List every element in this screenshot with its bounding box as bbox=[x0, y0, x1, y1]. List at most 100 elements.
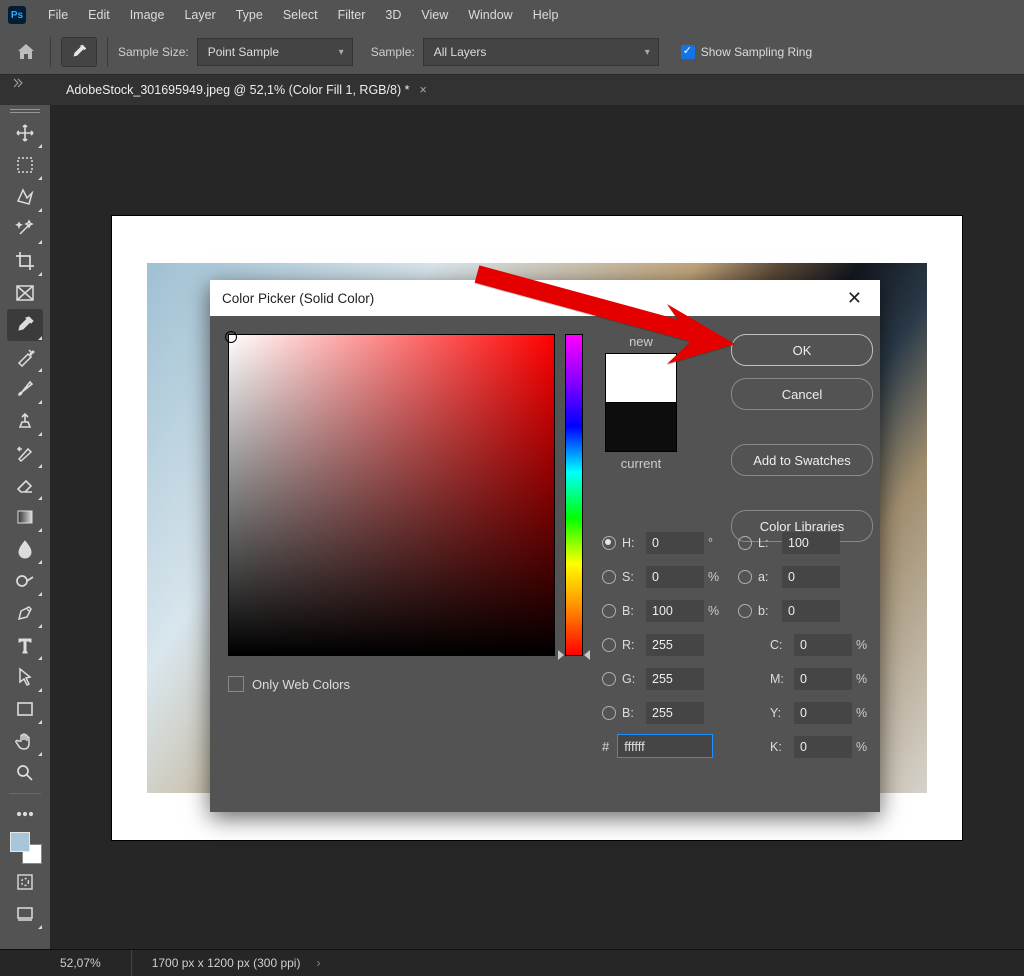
zoom-tool[interactable] bbox=[7, 757, 43, 789]
b-input[interactable]: 100 bbox=[646, 600, 704, 622]
menu-layer[interactable]: Layer bbox=[174, 8, 225, 22]
menu-3d[interactable]: 3D bbox=[375, 8, 411, 22]
l-input[interactable]: 100 bbox=[782, 532, 840, 554]
screen-mode[interactable] bbox=[7, 898, 43, 930]
menu-window[interactable]: Window bbox=[458, 8, 522, 22]
rectangle-tool[interactable] bbox=[7, 693, 43, 725]
y-input[interactable]: 0 bbox=[794, 702, 852, 724]
hue-handle-right[interactable] bbox=[584, 650, 590, 660]
ok-button[interactable]: OK bbox=[731, 334, 873, 366]
eyedropper-tool[interactable] bbox=[7, 309, 43, 341]
a-radio[interactable] bbox=[738, 570, 752, 584]
menu-help[interactable]: Help bbox=[523, 8, 569, 22]
r-radio[interactable] bbox=[602, 638, 616, 652]
b-label: B: bbox=[622, 604, 642, 618]
menu-view[interactable]: View bbox=[411, 8, 458, 22]
gradient-tool[interactable] bbox=[7, 501, 43, 533]
frame-tool[interactable] bbox=[7, 277, 43, 309]
y-label: Y: bbox=[770, 706, 790, 720]
sample-select[interactable]: All Layers bbox=[423, 38, 659, 66]
hand-tool[interactable] bbox=[7, 725, 43, 757]
g-input[interactable]: 255 bbox=[646, 668, 704, 690]
menu-file[interactable]: File bbox=[38, 8, 78, 22]
healing-brush-tool[interactable] bbox=[7, 341, 43, 373]
l-radio[interactable] bbox=[738, 536, 752, 550]
home-button[interactable] bbox=[12, 38, 40, 66]
menu-edit[interactable]: Edit bbox=[78, 8, 120, 22]
foreground-color-swatch[interactable] bbox=[10, 832, 30, 852]
r-label: R: bbox=[622, 638, 642, 652]
bb-input[interactable]: 0 bbox=[782, 600, 840, 622]
saturation-value-field[interactable] bbox=[228, 334, 555, 656]
tools-panel bbox=[0, 105, 50, 950]
cancel-button[interactable]: Cancel bbox=[731, 378, 873, 410]
grip-icon[interactable] bbox=[7, 107, 43, 117]
g-label: G: bbox=[622, 672, 642, 686]
edit-toolbar-icon[interactable] bbox=[7, 798, 43, 830]
b-radio[interactable] bbox=[602, 604, 616, 618]
hex-label: # bbox=[602, 739, 609, 754]
m-input[interactable]: 0 bbox=[794, 668, 852, 690]
b2-radio[interactable] bbox=[602, 706, 616, 720]
check-icon bbox=[681, 45, 695, 59]
foreground-background-colors[interactable] bbox=[5, 830, 45, 866]
h-radio[interactable] bbox=[602, 536, 616, 550]
options-bar: Sample Size: Point Sample Sample: All La… bbox=[0, 30, 1024, 75]
document-tab-title: AdobeStock_301695949.jpeg @ 52,1% (Color… bbox=[66, 83, 409, 97]
path-selection-tool[interactable] bbox=[7, 661, 43, 693]
document-tab[interactable]: AdobeStock_301695949.jpeg @ 52,1% (Color… bbox=[56, 77, 437, 103]
add-to-swatches-button[interactable]: Add to Swatches bbox=[731, 444, 873, 476]
zoom-level[interactable]: 52,07% bbox=[60, 956, 101, 970]
b2-input[interactable]: 255 bbox=[646, 702, 704, 724]
crop-tool[interactable] bbox=[7, 245, 43, 277]
hex-input[interactable]: ffffff bbox=[617, 734, 713, 758]
only-web-colors-label: Only Web Colors bbox=[252, 677, 350, 692]
magic-wand-tool[interactable] bbox=[7, 213, 43, 245]
h-input[interactable]: 0 bbox=[646, 532, 704, 554]
hue-slider[interactable] bbox=[565, 334, 583, 656]
bb-radio[interactable] bbox=[738, 604, 752, 618]
sample-size-select[interactable]: Point Sample bbox=[197, 38, 353, 66]
blur-tool[interactable] bbox=[7, 533, 43, 565]
menubar: Ps File Edit Image Layer Type Select Fil… bbox=[0, 0, 1024, 30]
c-input[interactable]: 0 bbox=[794, 634, 852, 656]
marquee-tool[interactable] bbox=[7, 149, 43, 181]
a-label: a: bbox=[758, 570, 778, 584]
document-dimensions[interactable]: 1700 px x 1200 px (300 ppi) bbox=[131, 950, 331, 976]
menu-filter[interactable]: Filter bbox=[328, 8, 376, 22]
current-label: current bbox=[589, 456, 693, 471]
eraser-tool[interactable] bbox=[7, 469, 43, 501]
current-color-swatch[interactable] bbox=[605, 402, 677, 452]
dodge-tool[interactable] bbox=[7, 565, 43, 597]
s-radio[interactable] bbox=[602, 570, 616, 584]
brush-tool[interactable] bbox=[7, 373, 43, 405]
move-tool[interactable] bbox=[7, 117, 43, 149]
history-brush-tool[interactable] bbox=[7, 437, 43, 469]
clone-stamp-tool[interactable] bbox=[7, 405, 43, 437]
show-sampling-ring-checkbox[interactable]: Show Sampling Ring bbox=[681, 45, 812, 59]
menu-type[interactable]: Type bbox=[226, 8, 273, 22]
k-label: K: bbox=[770, 740, 790, 754]
g-radio[interactable] bbox=[602, 672, 616, 686]
k-input[interactable]: 0 bbox=[794, 736, 852, 758]
sample-size-label: Sample Size: bbox=[118, 45, 189, 59]
a-input[interactable]: 0 bbox=[782, 566, 840, 588]
only-web-colors-checkbox[interactable]: Only Web Colors bbox=[228, 676, 350, 692]
lasso-tool[interactable] bbox=[7, 181, 43, 213]
sv-marker[interactable] bbox=[225, 331, 237, 343]
quick-mask-mode[interactable] bbox=[7, 866, 43, 898]
close-icon[interactable]: ✕ bbox=[841, 288, 868, 309]
panel-expand-icon[interactable] bbox=[10, 78, 24, 88]
app-logo: Ps bbox=[8, 6, 26, 24]
menu-image[interactable]: Image bbox=[120, 8, 175, 22]
r-input[interactable]: 255 bbox=[646, 634, 704, 656]
pen-tool[interactable] bbox=[7, 597, 43, 629]
hue-handle-left[interactable] bbox=[558, 650, 564, 660]
menu-select[interactable]: Select bbox=[273, 8, 328, 22]
type-tool[interactable] bbox=[7, 629, 43, 661]
bb-label: b: bbox=[758, 604, 778, 618]
close-icon[interactable]: × bbox=[419, 83, 426, 97]
tool-preset-picker[interactable] bbox=[61, 37, 97, 67]
sample-label: Sample: bbox=[371, 45, 415, 59]
s-input[interactable]: 0 bbox=[646, 566, 704, 588]
